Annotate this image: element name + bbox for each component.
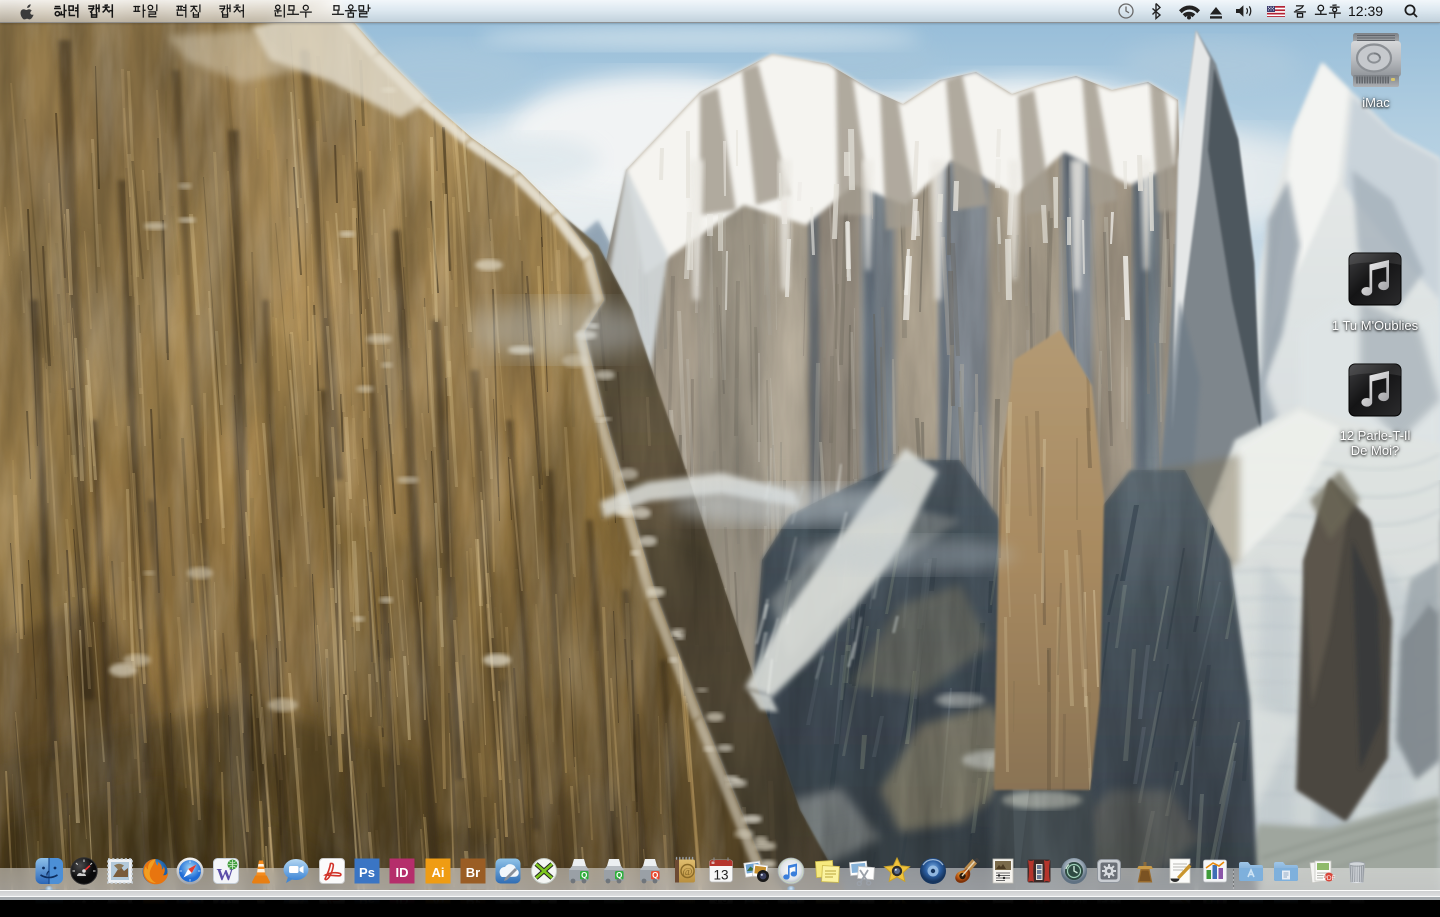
- svg-text:Ps: Ps: [359, 865, 375, 880]
- svg-text:ID: ID: [396, 865, 409, 880]
- svg-text:Br: Br: [466, 865, 480, 880]
- svg-text:13: 13: [713, 868, 728, 883]
- svg-text:12:39: 12:39: [1348, 3, 1383, 19]
- svg-text:Ai: Ai: [431, 865, 444, 880]
- svg-text:@: @: [683, 866, 693, 878]
- svg-text:PDF: PDF: [1323, 875, 1336, 882]
